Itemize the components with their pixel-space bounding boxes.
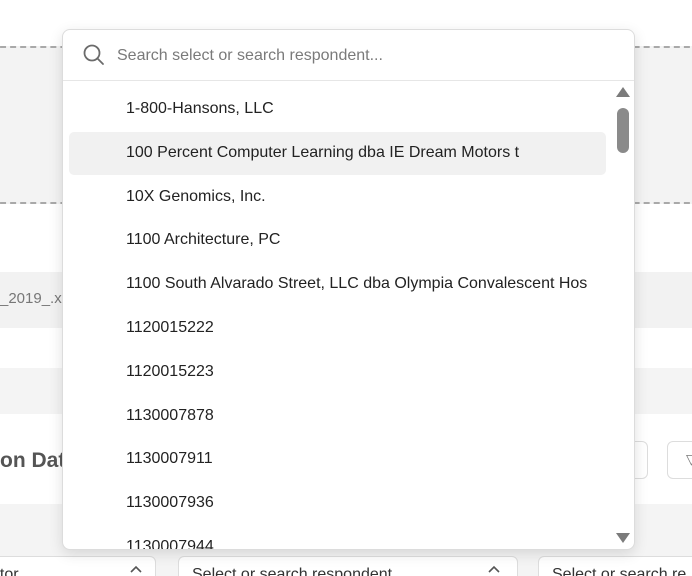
option-item[interactable]: 100 Percent Computer Learning dba IE Dre…	[69, 131, 606, 175]
chevron-up-icon	[130, 565, 142, 573]
option-label: 100 Percent Computer Learning dba IE Dre…	[126, 143, 520, 161]
respondent-select[interactable]: Select or search respondent...	[178, 556, 518, 576]
option-item[interactable]: 10X Genomics, Inc.	[69, 176, 606, 219]
scrollbar-thumb[interactable]	[617, 108, 629, 153]
chevron-up-icon	[488, 565, 500, 573]
option-label: 1130007911	[126, 450, 213, 468]
option-label: 1120015223	[126, 362, 214, 380]
respondent-dropdown: 1-800-Hansons, LLC 100 Percent Computer L…	[62, 29, 635, 550]
option-label: 1130007936	[126, 494, 214, 512]
option-item[interactable]: 1130007911	[69, 438, 606, 481]
option-label: 1130007944	[126, 538, 214, 550]
option-item[interactable]: 1120015222	[69, 307, 606, 350]
option-item[interactable]: 1130007936	[69, 482, 606, 525]
option-label: 1130007878	[126, 406, 214, 424]
file-name: _2019_.x	[0, 290, 62, 307]
filter-select-3-value: Select or search re	[552, 566, 687, 576]
search-input[interactable]	[117, 42, 617, 70]
filter-select-1-value: ator	[0, 566, 19, 576]
filter-select-3[interactable]: Select or search re	[538, 556, 692, 576]
search-icon	[83, 44, 104, 65]
option-label: 10X Genomics, Inc.	[126, 187, 266, 205]
scroll-up-icon[interactable]	[616, 87, 630, 97]
option-item[interactable]: 1-800-Hansons, LLC	[69, 88, 606, 131]
respondent-select-value: Select or search respondent...	[192, 566, 406, 576]
option-label: 1100 Architecture, PC	[126, 231, 281, 249]
option-label: 1120015222	[126, 319, 214, 336]
option-item[interactable]: 1130007878	[69, 395, 606, 438]
option-label: 1-800-Hansons, LLC	[126, 100, 274, 117]
option-list: 1-800-Hansons, LLC 100 Percent Computer L…	[63, 81, 611, 550]
option-item[interactable]: 1120015223	[69, 351, 606, 394]
option-item[interactable]: 1100 Architecture, PC	[69, 219, 606, 262]
option-item[interactable]: 1130007944	[69, 526, 606, 550]
scrollbar[interactable]	[613, 81, 634, 549]
scroll-down-icon[interactable]	[616, 533, 630, 543]
filter-icon: ▽	[686, 451, 692, 467]
page: _2019_.x on Data ▽ ator Select or search…	[0, 0, 692, 576]
option-item[interactable]: 1100 South Alvarado Street, LLC dba Olym…	[69, 263, 606, 306]
filter-button[interactable]: ▽	[667, 441, 692, 479]
option-label: 1100 South Alvarado Street, LLC dba Olym…	[126, 275, 588, 293]
dropdown-search-bar	[63, 30, 634, 81]
filter-select-1[interactable]: ator	[0, 556, 156, 576]
